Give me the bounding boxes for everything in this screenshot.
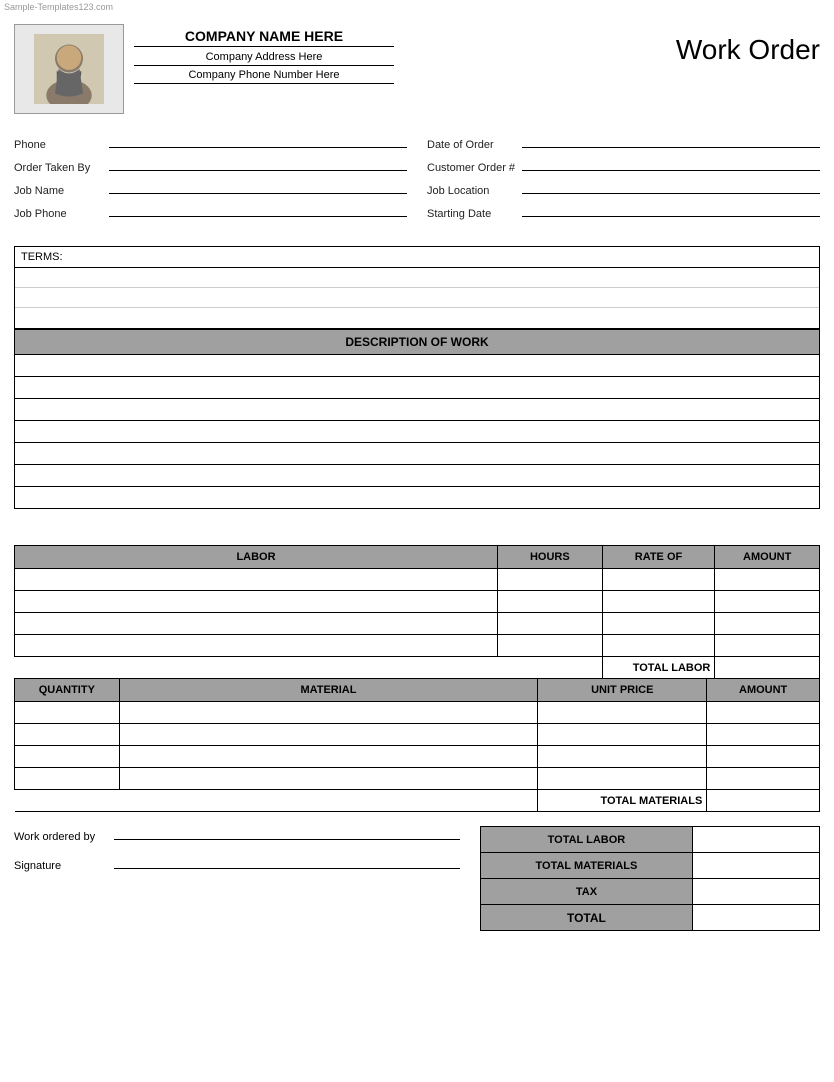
material-col-header: MATERIAL [119,679,538,702]
quantity-col-header: QUANTITY [15,679,120,702]
job-name-input[interactable] [109,180,407,194]
rate-col-header: RATE OF [602,546,715,569]
labor-row-4[interactable] [15,635,820,657]
desc-row-7[interactable] [15,487,820,509]
total-labor-label: TOTAL LABOR [602,657,715,679]
customer-order-input[interactable] [522,157,820,171]
customer-order-label: Customer Order # [427,162,522,174]
company-name: COMPANY NAME HERE [134,28,394,47]
date-of-order-input[interactable] [522,134,820,148]
unit-price-col-header: UNIT PRICE [538,679,707,702]
total-labor-row: TOTAL LABOR [15,657,820,679]
job-name-label: Job Name [14,185,109,197]
starting-date-label: Starting Date [427,208,522,220]
terms-row-3[interactable] [15,308,819,328]
summary-total-labor-value[interactable] [692,827,819,853]
form-left: Phone Order Taken By Job Name Job Phone [14,134,407,226]
phone-input[interactable] [109,134,407,148]
job-location-input[interactable] [522,180,820,194]
header-section: COMPANY NAME HERE Company Address Here C… [14,24,820,114]
terms-label: TERMS: [15,247,819,268]
date-of-order-label: Date of Order [427,139,522,151]
summary-section: Work ordered by Signature TOTAL LABOR TO… [14,826,820,941]
labor-col-header: LABOR [15,546,498,569]
labor-row-3[interactable] [15,613,820,635]
material-row-3[interactable] [15,746,820,768]
job-location-label: Job Location [427,185,522,197]
description-header: DESCRIPTION OF WORK [15,330,820,355]
desc-row-6[interactable] [15,465,820,487]
materials-table: QUANTITY MATERIAL UNIT PRICE AMOUNT TOTA… [14,678,820,812]
material-row-4[interactable] [15,768,820,790]
desc-row-2[interactable] [15,377,820,399]
summary-totals-table: TOTAL LABOR TOTAL MATERIALS TAX TOTAL [480,826,820,931]
form-fields: Phone Order Taken By Job Name Job Phone … [14,134,820,226]
phone-label: Phone [14,139,109,151]
summary-tax-label: TAX [481,879,693,905]
materials-amount-col-header: AMOUNT [707,679,820,702]
material-row-1[interactable] [15,702,820,724]
total-materials-value[interactable] [707,790,820,812]
summary-total-materials-label: TOTAL MATERIALS [481,853,693,879]
total-materials-row: TOTAL MATERIALS [15,790,820,812]
description-table: DESCRIPTION OF WORK [14,329,820,509]
signature-input[interactable] [114,855,460,869]
job-phone-input[interactable] [109,203,407,217]
desc-row-5[interactable] [15,443,820,465]
terms-section: TERMS: [14,246,820,329]
summary-total-label: TOTAL [481,905,693,931]
labor-header-row: LABOR HOURS RATE OF AMOUNT [15,546,820,569]
work-ordered-by-label: Work ordered by [14,831,114,843]
material-row-2[interactable] [15,724,820,746]
labor-amount-col-header: AMOUNT [715,546,820,569]
labor-row-2[interactable] [15,591,820,613]
order-taken-by-label: Order Taken By [14,162,109,174]
terms-row-1[interactable] [15,268,819,288]
work-ordered-by-input[interactable] [114,826,460,840]
company-logo [14,24,124,114]
desc-row-1[interactable] [15,355,820,377]
summary-total-materials-row: TOTAL MATERIALS [481,853,820,879]
summary-tax-row: TAX [481,879,820,905]
desc-row-4[interactable] [15,421,820,443]
page-title: Work Order [676,24,820,66]
labor-table: LABOR HOURS RATE OF AMOUNT TOTAL LABOR [14,545,820,679]
company-info: COMPANY NAME HERE Company Address Here C… [134,24,394,87]
terms-row-2[interactable] [15,288,819,308]
company-address: Company Address Here [134,51,394,66]
summary-total-value[interactable] [692,905,819,931]
materials-header-row: QUANTITY MATERIAL UNIT PRICE AMOUNT [15,679,820,702]
summary-total-materials-value[interactable] [692,853,819,879]
total-materials-label: TOTAL MATERIALS [538,790,707,812]
starting-date-input[interactable] [522,203,820,217]
company-phone: Company Phone Number Here [134,69,394,84]
form-right: Date of Order Customer Order # Job Locat… [427,134,820,226]
job-phone-label: Job Phone [14,208,109,220]
order-taken-by-input[interactable] [109,157,407,171]
signature-area: Work ordered by Signature [14,826,480,884]
description-header-row: DESCRIPTION OF WORK [15,330,820,355]
signature-label: Signature [14,860,114,872]
summary-total-labor-row: TOTAL LABOR [481,827,820,853]
watermark: Sample-Templates123.com [0,0,834,14]
labor-row-1[interactable] [15,569,820,591]
total-labor-value[interactable] [715,657,820,679]
summary-tax-value[interactable] [692,879,819,905]
summary-total-labor-label: TOTAL LABOR [481,827,693,853]
desc-row-3[interactable] [15,399,820,421]
hours-col-header: HOURS [498,546,603,569]
summary-total-row: TOTAL [481,905,820,931]
